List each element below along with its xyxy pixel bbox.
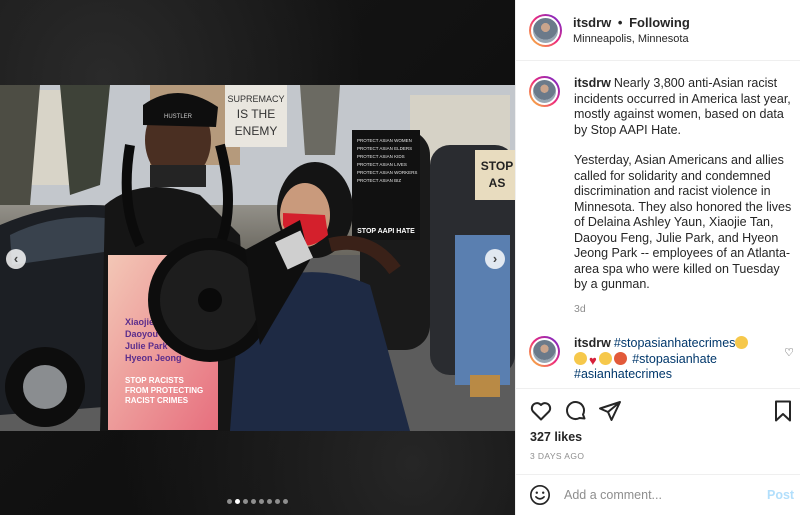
svg-text:IS THE: IS THE bbox=[237, 107, 275, 121]
chevron-left-icon: ‹ bbox=[13, 251, 19, 266]
post-actions: 327 likes 3 DAYS AGO bbox=[516, 388, 800, 474]
svg-text:PROTECT ASIAN WOMEN: PROTECT ASIAN WOMEN bbox=[357, 138, 412, 143]
svg-text:Julie Park: Julie Park bbox=[125, 341, 169, 351]
carousel-dot bbox=[251, 499, 256, 504]
svg-text:AS: AS bbox=[489, 176, 506, 190]
hashtag-link[interactable]: #asianhatecrimes bbox=[574, 367, 672, 381]
comments-section[interactable]: itsdrw Nearly 3,800 anti-Asian racist inc… bbox=[516, 62, 800, 388]
like-comment-heart-icon[interactable]: ♡ bbox=[784, 346, 794, 359]
sad-face-emoji-icon bbox=[735, 336, 749, 349]
caption-paragraph-2: Yesterday, Asian Americans and allies ca… bbox=[574, 153, 792, 291]
carousel-dot-active bbox=[235, 499, 240, 504]
carousel-dot bbox=[243, 499, 248, 504]
emoji-smile-icon[interactable] bbox=[529, 484, 551, 506]
next-slide-button[interactable]: › bbox=[485, 249, 505, 269]
author-avatar[interactable] bbox=[529, 14, 562, 47]
protest-photo-illustration: SUPREMACY IS THE ENEMY PROTECT ASIAN WOM… bbox=[0, 85, 515, 431]
svg-text:STOP RACISTS: STOP RACISTS bbox=[125, 376, 184, 385]
caption-timestamp[interactable]: 3d bbox=[574, 302, 794, 318]
post-side-panel: itsdrw • Following Minneapolis, Minnesot… bbox=[515, 0, 800, 515]
comment-username[interactable]: itsdrw bbox=[574, 336, 611, 350]
previous-slide-button[interactable]: ‹ bbox=[6, 249, 26, 269]
top-sign-text: SUPREMACY bbox=[227, 94, 284, 104]
comment-item: itsdrw #stopasianhatecrimes ♥ #stopasianh… bbox=[529, 336, 794, 388]
post-comment-button[interactable]: Post bbox=[767, 488, 794, 502]
svg-text:PROTECT ASIAN LIVES: PROTECT ASIAN LIVES bbox=[357, 162, 407, 167]
angry-face-emoji-icon bbox=[613, 351, 627, 365]
svg-text:STOP AAPI HATE: STOP AAPI HATE bbox=[357, 228, 415, 235]
carousel-dot bbox=[259, 499, 264, 504]
svg-text:Hyeon Jeong: Hyeon Jeong bbox=[125, 353, 182, 363]
bookmark-icon[interactable] bbox=[771, 399, 795, 423]
svg-text:HUSTLER: HUSTLER bbox=[164, 114, 193, 120]
following-button[interactable]: Following bbox=[629, 15, 690, 30]
location-link[interactable]: Minneapolis, Minnesota bbox=[573, 33, 689, 45]
carousel-dot bbox=[283, 499, 288, 504]
post-header: itsdrw • Following Minneapolis, Minnesot… bbox=[516, 0, 800, 61]
comment-avatar[interactable] bbox=[529, 336, 560, 367]
header-separator: • bbox=[617, 15, 623, 30]
svg-text:PROTECT ASIAN WORKERS: PROTECT ASIAN WORKERS bbox=[357, 170, 417, 175]
svg-text:RACIST CRIMES: RACIST CRIMES bbox=[125, 396, 189, 405]
share-icon[interactable] bbox=[598, 399, 622, 423]
caption-avatar[interactable] bbox=[529, 76, 560, 107]
carousel-indicator bbox=[0, 499, 515, 504]
svg-text:ENEMY: ENEMY bbox=[235, 124, 278, 138]
add-comment-bar: Post bbox=[516, 474, 800, 515]
carousel-dot bbox=[275, 499, 280, 504]
carousel-dot bbox=[227, 499, 232, 504]
caption-username[interactable]: itsdrw bbox=[574, 76, 611, 90]
chevron-right-icon: › bbox=[492, 251, 498, 266]
heart-emoji-icon: ♥ bbox=[589, 352, 597, 368]
svg-text:STOP: STOP bbox=[481, 159, 513, 173]
comment-icon[interactable] bbox=[564, 399, 588, 423]
caption: itsdrw Nearly 3,800 anti-Asian racist inc… bbox=[529, 76, 794, 326]
comment-input[interactable] bbox=[564, 485, 754, 505]
sad-face-emoji-icon bbox=[598, 351, 612, 365]
carousel-dot bbox=[267, 499, 272, 504]
hashtag-link[interactable]: #stopasianhate bbox=[632, 352, 717, 366]
post-photo[interactable]: SUPREMACY IS THE ENEMY PROTECT ASIAN WOM… bbox=[0, 85, 515, 431]
heart-icon[interactable] bbox=[529, 399, 553, 423]
post-media: SUPREMACY IS THE ENEMY PROTECT ASIAN WOM… bbox=[0, 0, 515, 515]
author-username[interactable]: itsdrw bbox=[573, 15, 611, 30]
hashtag-link[interactable]: #stopasianhatecrimes bbox=[614, 336, 736, 350]
svg-text:PROTECT ASIAN ELDERS: PROTECT ASIAN ELDERS bbox=[357, 146, 412, 151]
svg-text:PROTECT ASIAN BIZ: PROTECT ASIAN BIZ bbox=[357, 178, 401, 183]
sad-face-emoji-icon bbox=[574, 351, 587, 365]
post-date[interactable]: 3 DAYS AGO bbox=[530, 451, 584, 461]
svg-text:PROTECT ASIAN KIDS: PROTECT ASIAN KIDS bbox=[357, 154, 405, 159]
like-count[interactable]: 327 likes bbox=[530, 430, 582, 444]
svg-text:FROM PROTECTING: FROM PROTECTING bbox=[125, 386, 203, 395]
